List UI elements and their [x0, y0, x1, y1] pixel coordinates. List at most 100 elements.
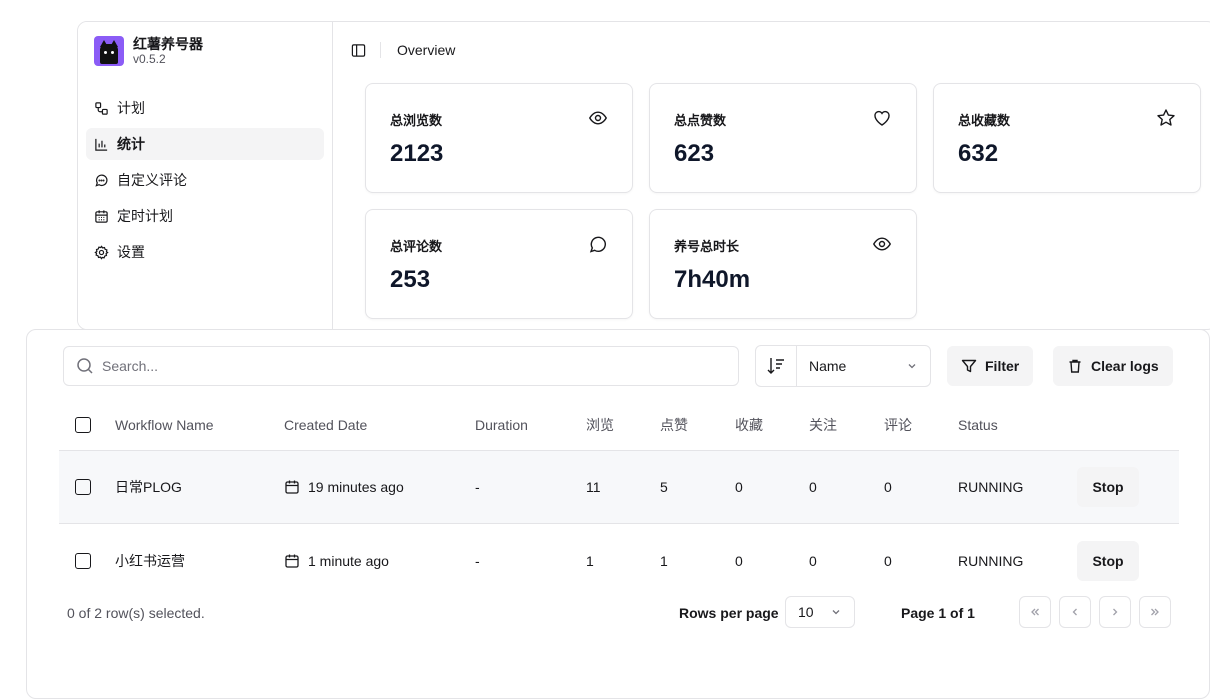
stat-value: 632: [958, 140, 999, 167]
rows-per-page-select[interactable]: 10: [785, 596, 855, 628]
eye-icon: [873, 237, 891, 251]
chevron-right-icon: [1113, 608, 1118, 616]
col-follows[interactable]: 关注: [809, 415, 837, 435]
col-views[interactable]: 浏览: [586, 415, 614, 435]
stat-value: 2123: [390, 140, 444, 167]
selection-count: 0 of 2 row(s) selected.: [67, 605, 205, 621]
stop-button[interactable]: Stop: [1077, 467, 1139, 507]
col-status[interactable]: Status: [958, 417, 998, 433]
gear-icon: [94, 244, 109, 260]
col-duration[interactable]: Duration: [475, 417, 528, 433]
stop-button[interactable]: Stop: [1077, 540, 1139, 581]
col-likes[interactable]: 点赞: [660, 415, 688, 435]
sort-descending-icon: [767, 358, 784, 374]
stat-card-favorites: 总收藏数 632: [933, 83, 1201, 193]
stat-label: 总点赞数: [674, 113, 727, 128]
trash-icon: [1069, 359, 1081, 373]
views: 1: [586, 552, 594, 569]
row-checkbox[interactable]: [75, 552, 91, 569]
created-date: 19 minutes ago: [284, 479, 404, 495]
chevron-left-icon: [1072, 608, 1077, 616]
brand[interactable]: 红薯养号器 v0.5.2: [94, 36, 203, 66]
search-box[interactable]: [63, 346, 739, 386]
search-icon: [77, 358, 93, 374]
follows: 0: [809, 479, 817, 495]
calendar-icon: [285, 480, 299, 494]
table-footer: 0 of 2 row(s) selected. Rows per page 10…: [27, 596, 1209, 630]
app-window: 红薯养号器 v0.5.2 计划 统计 自定义评论 定时计划 设置 Overvie…: [77, 21, 1210, 330]
next-page-button[interactable]: [1099, 596, 1131, 628]
sort-field-select[interactable]: Name: [797, 346, 930, 386]
app-version: v0.5.2: [133, 52, 166, 66]
chevrons-right-icon: [1151, 608, 1159, 616]
workflow-name: 日常PLOG: [115, 479, 182, 495]
status: RUNNING: [958, 479, 1024, 495]
search-input[interactable]: [102, 358, 702, 374]
app-name: 红薯养号器: [133, 36, 203, 52]
stat-value: 7h40m: [674, 266, 751, 293]
sidebar-item-label: 设置: [117, 244, 145, 260]
sidebar-item-plan[interactable]: 计划: [86, 92, 324, 124]
sidebar-toggle-icon[interactable]: [351, 43, 366, 58]
calendar-icon: [95, 209, 108, 223]
rows-per-page-value: 10: [798, 604, 814, 620]
stat-card-likes: 总点赞数 623: [649, 83, 917, 193]
stat-card-duration: 养号总时长 7h40m: [649, 209, 917, 319]
main-content: Overview 总浏览数 2123 总点赞数 623 总收藏数 632 总评论…: [333, 22, 1210, 329]
sort-field-value: Name: [809, 358, 847, 374]
stat-label: 养号总时长: [674, 239, 740, 254]
stat-label: 总评论数: [390, 239, 443, 254]
chevron-down-icon: [908, 364, 916, 369]
calendar-icon: [285, 554, 299, 568]
clear-logs-button[interactable]: Clear logs: [1053, 346, 1173, 386]
rows-per-page-label: Rows per page: [679, 605, 779, 621]
sidebar-item-settings[interactable]: 设置: [86, 236, 324, 268]
duration: -: [475, 552, 480, 569]
sidebar-item-label: 计划: [117, 100, 145, 116]
col-comments[interactable]: 评论: [884, 415, 912, 435]
sidebar: 红薯养号器 v0.5.2 计划 统计 自定义评论 定时计划 设置: [78, 22, 333, 329]
status: RUNNING: [958, 552, 1024, 569]
row-checkbox[interactable]: [75, 479, 91, 495]
table-row[interactable]: 日常PLOG 19 minutes ago - 11 5 0 0 0 RUNNI…: [59, 451, 1179, 524]
logs-panel: Name Filter Clear logs Workflow Name Cre…: [26, 329, 1210, 699]
message-circle-icon: [95, 174, 108, 187]
likes: 1: [660, 552, 668, 569]
stat-card-views: 总浏览数 2123: [365, 83, 633, 193]
col-created-date[interactable]: Created Date: [284, 417, 367, 433]
clear-logs-label: Clear logs: [1091, 358, 1159, 374]
workflow-name: 小红书运营: [115, 552, 185, 569]
stat-label: 总浏览数: [390, 113, 443, 128]
sidebar-nav: 计划 统计 自定义评论 定时计划 设置: [86, 92, 324, 272]
sidebar-item-label: 统计: [117, 136, 145, 152]
views: 11: [586, 479, 601, 495]
stat-value: 253: [390, 266, 431, 293]
sidebar-item-custom-comments[interactable]: 自定义评论: [86, 164, 324, 196]
duration: -: [475, 479, 480, 495]
prev-page-button[interactable]: [1059, 596, 1091, 628]
workflow-icon: [95, 101, 108, 115]
page-indicator: Page 1 of 1: [901, 605, 975, 621]
chevrons-left-icon: [1031, 608, 1039, 616]
topbar: Overview: [333, 22, 1210, 78]
bar-chart-icon: [95, 138, 108, 151]
message-circle-icon: [589, 236, 606, 253]
favorites: 0: [735, 479, 743, 495]
stat-label: 总收藏数: [958, 113, 1011, 128]
select-all-checkbox[interactable]: [75, 417, 91, 433]
divider: [380, 42, 381, 58]
first-page-button[interactable]: [1019, 596, 1051, 628]
comments: 0: [884, 552, 892, 569]
sidebar-item-stats[interactable]: 统计: [86, 128, 324, 160]
app-logo: [94, 36, 124, 66]
table-row[interactable]: 小红书运营 1 minute ago - 1 1 0 0 0 RUNNING S…: [59, 524, 1179, 597]
sidebar-item-label: 定时计划: [117, 208, 173, 224]
sort-direction-button[interactable]: [756, 346, 797, 386]
col-workflow-name[interactable]: Workflow Name: [115, 417, 214, 433]
heart-icon: [874, 110, 890, 126]
filter-button[interactable]: Filter: [947, 346, 1034, 386]
col-favorites[interactable]: 收藏: [735, 415, 763, 435]
favorites: 0: [735, 552, 743, 569]
last-page-button[interactable]: [1139, 596, 1171, 628]
sidebar-item-scheduled-plans[interactable]: 定时计划: [86, 200, 324, 232]
